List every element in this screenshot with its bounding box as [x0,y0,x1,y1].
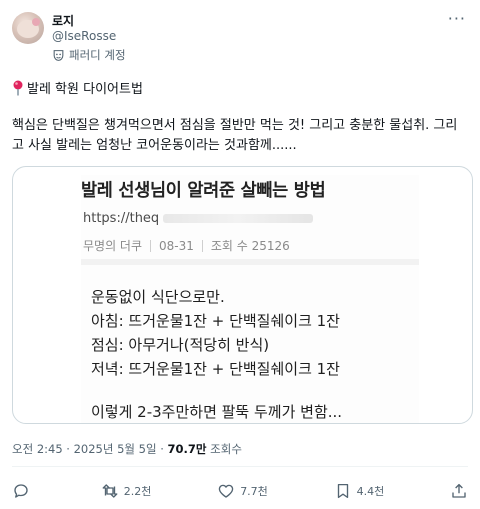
post-header: 로지 @IseRosse 패러디 계정 ··· [12,11,468,68]
attached-image[interactable]: 발레 선생님이 알려준 살빼는 방법 https://theq 무명의 더쿠 0… [12,166,473,424]
image-source: 무명의 더쿠 [83,239,143,253]
theater-mask-icon [53,49,64,61]
image-article-meta: 무명의 더쿠 08-31 조회 수 25126 [83,237,290,254]
repost-count: 2.2천 [123,485,152,498]
view-label: 조회수 [206,442,242,456]
image-views: 조회 수 25126 [210,239,290,253]
image-divider [81,259,419,265]
like-button[interactable]: 7.7천 [217,482,268,500]
bookmark-count: 4.4천 [356,485,385,498]
image-text-line: 이렇게 2-3주만하면 팔뚝 두께가 변함... [91,403,343,421]
image-date: 08-31 [159,238,194,253]
share-icon [452,483,466,498]
action-bar: 2.2천 7.7천 4.4천 [12,480,468,502]
view-count: 70.7만 [167,442,207,456]
post-title-line: 발레 학원 다이어트법 [12,78,143,97]
reply-button[interactable] [12,482,35,500]
parody-badge: 패러디 계정 [52,47,126,63]
image-article-title: 발레 선생님이 알려준 살빼는 방법 [81,181,326,201]
like-count: 7.7천 [240,485,268,498]
post-title: 발레 학원 다이어트법 [27,82,143,97]
share-button[interactable] [450,482,468,500]
screenshot-content: 발레 선생님이 알려준 살빼는 방법 https://theq 무명의 더쿠 0… [81,175,419,423]
image-article-url: https://theq [83,211,314,226]
bookmark-icon [337,483,348,499]
author-name[interactable]: 로지 [52,12,74,29]
post-timestamp: 오전 2:45 · 2025년 5월 5일 · 70.7만 조회수 [12,441,242,457]
parody-label: 패러디 계정 [69,48,126,62]
post-body-line: 핵심은 단백질은 챙겨먹으면서 점심을 절반만 먹는 것! 그리고 충분한 물섭… [12,118,458,133]
image-text-line: 점심: 아무거나(적당히 반식) [91,336,270,354]
post-time[interactable]: 오전 2:45 · 2025년 5월 5일 · [12,442,168,456]
image-text-line: 저녁: 뜨거운물1잔 + 단백질쉐이크 1잔 [91,360,340,378]
post-body-line: 고 사실 발레는 엄청난 코어운동이라는 것과함께...... [12,138,297,153]
divider [12,466,468,467]
image-text-line: 운동없이 식단으로만. [91,288,225,306]
image-text-line: 아침: 뜨거운물1잔 + 단백질쉐이크 1잔 [91,312,340,330]
bookmark-button[interactable]: 4.4천 [334,482,385,500]
author-handle[interactable]: @IseRosse [52,29,116,43]
repost-button[interactable]: 2.2천 [101,482,152,500]
round-pushpin-icon [13,80,23,95]
more-dots-icon[interactable]: ··· [448,11,466,27]
post-body: 핵심은 단백질은 챙겨먹으면서 점심을 절반만 먹는 것! 그리고 충분한 물섭… [12,116,464,156]
repost-icon [102,484,118,498]
avatar[interactable] [12,12,44,44]
reply-icon [14,484,28,498]
heart-icon [218,484,234,498]
image-text-block: 운동없이 식단으로만. 아침: 뜨거운물1잔 + 단백질쉐이크 1잔 점심: 아… [91,285,340,381]
